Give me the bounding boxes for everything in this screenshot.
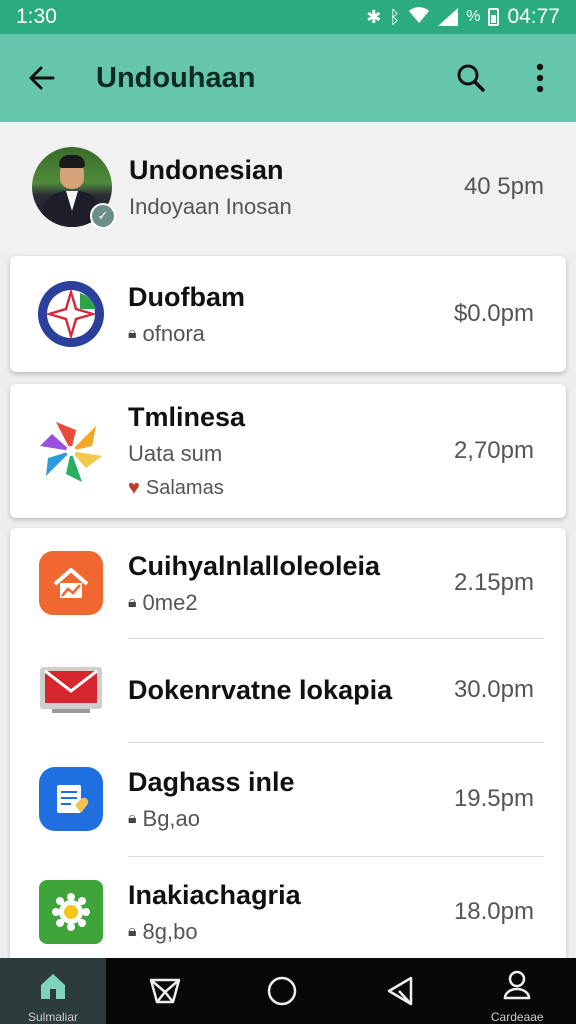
mail-icon [36, 655, 106, 725]
person-icon [503, 970, 531, 1000]
status-clock: 04:77 [507, 5, 560, 28]
lock-icon: 🔒︎ [128, 922, 137, 940]
item-title: Dokenrvatne lokapia [128, 674, 393, 705]
list-item[interactable]: Daghass inle 🔒︎ Bg,ao 19.5pm [10, 743, 566, 855]
item-time: 30.0pm [453, 676, 534, 703]
more-vertical-icon [536, 63, 544, 93]
item-subtitle: Indoyaan Inosan [129, 193, 292, 219]
lock-icon: 🔒︎ [128, 809, 137, 827]
bluetooth-icon: ᛒ [389, 6, 401, 27]
sun-gear-icon [36, 877, 106, 947]
nav-back[interactable] [341, 958, 459, 1024]
list-item[interactable]: Cuihyalnlalloleoleia 🔒︎ 0me2 2.15pm [10, 528, 566, 638]
verified-badge-icon: ✓ [90, 203, 116, 229]
item-title: Cuihyalnlalloleoleia [128, 550, 381, 581]
list-item[interactable]: Inakiachagria 🔒︎ 8g,bo 18.0pm [10, 857, 566, 967]
item-subtitle: Bg,ao [142, 805, 201, 831]
nfc-icon: ✱ [366, 6, 382, 27]
heart-icon: ♥ [128, 477, 140, 499]
cup-icon [149, 978, 180, 1004]
nav-home[interactable]: Sulmaliar [0, 958, 106, 1024]
conversation-list: ✓ Undonesian Indoyaan Inosan 40 5pm Duof… [0, 122, 576, 964]
item-subtitle: 0me2 [142, 589, 198, 615]
status-icons: ✱ ᛒ % 04:77 [366, 5, 560, 29]
bottom-navigation: Sulmaliar Cardeaae [0, 958, 576, 1024]
item-subtitle-secondary: Salamas [145, 477, 224, 499]
list-item[interactable]: Dokenrvatne lokapia 30.0pm [10, 639, 566, 741]
signal-icon [438, 8, 459, 26]
item-title: Duofbam [128, 281, 245, 312]
item-time: 18.0pm [453, 898, 534, 925]
home-icon [36, 548, 106, 618]
nav-circle[interactable] [224, 958, 342, 1024]
status-time: 1:30 [16, 5, 57, 28]
star-compass-icon [36, 279, 106, 349]
app-bar: Undouhaan [0, 34, 576, 122]
item-time: 2,70pm [453, 437, 534, 464]
battery-icon [488, 8, 500, 26]
item-time: 19.5pm [453, 785, 534, 812]
nav-label: Sulmaliar [27, 1010, 78, 1024]
home-icon [41, 974, 65, 999]
item-time: 40 5pm [463, 173, 544, 200]
list-group: Cuihyalnlalloleoleia 🔒︎ 0me2 2.15pm Doken… [10, 528, 566, 964]
more-menu-button[interactable] [508, 34, 572, 122]
item-title: Tmlinesa [128, 402, 246, 432]
arrow-left-icon [29, 66, 55, 90]
nav-label: Cardeaae [490, 1010, 544, 1024]
list-item[interactable]: Duofbam 🔒︎ ofnora $0.0pm [10, 256, 566, 372]
pinwheel-icon [36, 416, 106, 486]
back-button[interactable] [0, 34, 84, 122]
nav-cup[interactable] [106, 958, 224, 1024]
lock-icon: 🔒︎ [128, 593, 137, 611]
nav-profile[interactable]: Cardeaae [459, 958, 576, 1024]
item-subtitle: ofnora [142, 320, 205, 346]
search-button[interactable] [434, 34, 508, 122]
triangle-back-icon [387, 976, 412, 1006]
avatar: ✓ [32, 147, 116, 229]
item-title: Daghass inle [128, 766, 295, 797]
item-time: $0.0pm [453, 300, 534, 327]
wifi-icon [408, 6, 430, 29]
item-subtitle: 8g,bo [142, 918, 198, 944]
item-subtitle: Uata sum [128, 441, 223, 466]
list-item[interactable]: ✓ Undonesian Indoyaan Inosan 40 5pm [0, 122, 576, 252]
item-title: Undonesian [129, 154, 284, 185]
item-time: 2.15pm [453, 569, 534, 596]
list-item[interactable]: Tmlinesa Uata sum ♥ Salamas 2,70pm [10, 384, 566, 518]
lock-icon: 🔒︎ [128, 324, 137, 342]
notes-icon [36, 764, 106, 834]
item-title: Inakiachagria [128, 879, 301, 910]
percent-symbol: % [466, 8, 481, 25]
circle-icon [268, 976, 297, 1006]
search-icon [457, 64, 485, 92]
page-title: Undouhaan [96, 61, 256, 94]
status-bar: 1:30 ✱ ᛒ % 04:77 [0, 0, 576, 34]
